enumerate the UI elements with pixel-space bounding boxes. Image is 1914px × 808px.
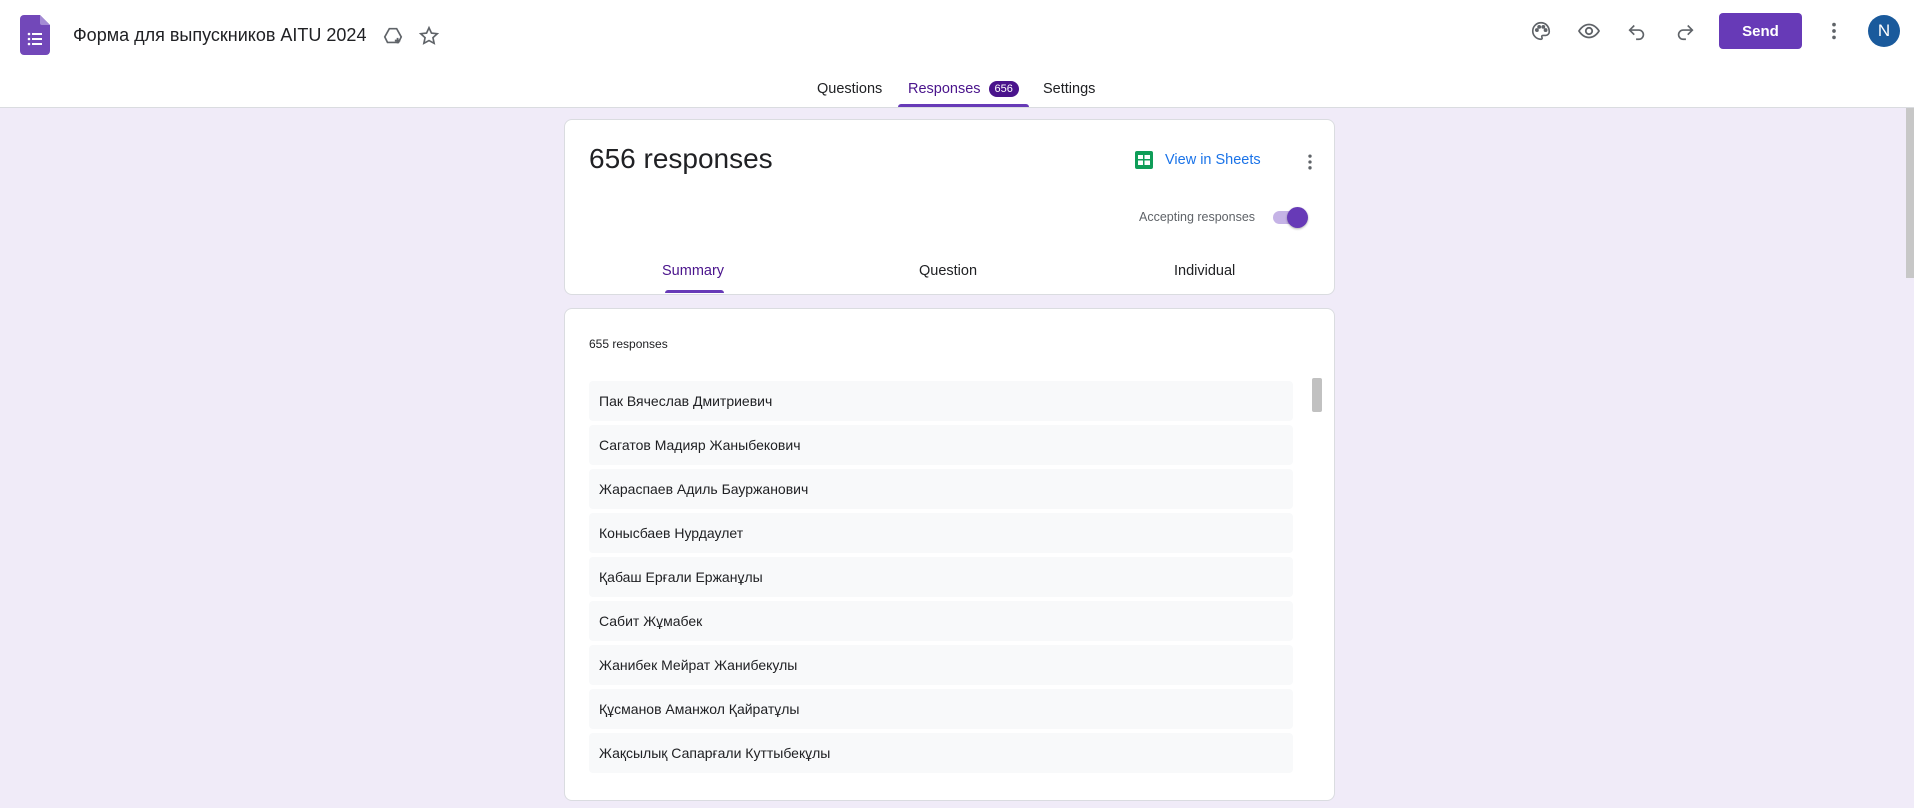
forms-logo-icon[interactable]: [20, 15, 50, 55]
tab-questions[interactable]: Questions: [817, 81, 882, 97]
tab-responses-label: Responses: [908, 81, 981, 97]
responses-more-icon[interactable]: [1296, 148, 1324, 176]
star-icon[interactable]: [417, 24, 441, 48]
view-in-sheets-label: View in Sheets: [1165, 152, 1261, 168]
list-item: Жақсылық Сапарғали Куттыбекұлы: [589, 733, 1293, 773]
accepting-responses-label: Accepting responses: [1139, 210, 1256, 224]
more-options-icon[interactable]: [1820, 17, 1848, 45]
view-in-sheets-link[interactable]: View in Sheets: [1135, 151, 1261, 169]
list-item: Пак Вячеслав Дмитриевич: [589, 381, 1293, 421]
move-to-folder-icon[interactable]: [381, 24, 405, 48]
toggle-knob: [1287, 207, 1308, 228]
responses-summary-card: 656 responses View in Sheets Accepting r…: [564, 119, 1335, 295]
tab-settings[interactable]: Settings: [1043, 81, 1095, 97]
question-responses-card: 655 responses Пак Вячеслав Дмитриевич Са…: [564, 308, 1335, 801]
list-scrollbar-track[interactable]: [1310, 377, 1320, 767]
send-button[interactable]: Send: [1719, 13, 1802, 49]
active-subtab-indicator: [665, 290, 724, 293]
list-item: Құсманов Аманжол Қайратұлы: [589, 689, 1293, 729]
list-scrollbar-thumb[interactable]: [1312, 378, 1322, 412]
sheets-icon: [1135, 151, 1153, 169]
form-title[interactable]: Форма для выпускников AITU 2024: [73, 25, 366, 46]
palette-icon[interactable]: [1527, 17, 1555, 45]
subtab-summary[interactable]: Summary: [662, 263, 724, 279]
redo-icon[interactable]: [1671, 17, 1699, 45]
list-item: Сагатов Мадияр Жаныбекович: [589, 425, 1293, 465]
response-list[interactable]: Пак Вячеслав Дмитриевич Сагатов Мадияр Ж…: [589, 381, 1293, 777]
app-header: Форма для выпускников AITU 2024 Send N Q…: [0, 0, 1914, 108]
undo-icon[interactable]: [1623, 17, 1651, 45]
list-item: Конысбаев Нурдаулет: [589, 513, 1293, 553]
subtab-question[interactable]: Question: [919, 263, 977, 279]
responses-count-badge: 656: [988, 81, 1019, 97]
question-response-count: 655 responses: [589, 337, 668, 351]
responses-heading: 656 responses: [589, 143, 773, 174]
tab-responses[interactable]: Responses 656: [908, 81, 1019, 97]
preview-eye-icon[interactable]: [1575, 17, 1603, 45]
accepting-responses-toggle[interactable]: [1271, 207, 1308, 228]
page-scrollbar-thumb[interactable]: [1906, 108, 1914, 278]
list-item: Жараспаев Адиль Бауржанович: [589, 469, 1293, 509]
active-tab-indicator: [898, 104, 1029, 107]
list-item: Қабаш Ерғали Ержанұлы: [589, 557, 1293, 597]
form-tabs: Questions Responses 656 Settings: [0, 78, 1914, 108]
subtab-individual[interactable]: Individual: [1174, 263, 1235, 279]
list-item: Сабит Жұмабек: [589, 601, 1293, 641]
list-item: Жанибек Мейрат Жанибекулы: [589, 645, 1293, 685]
account-avatar[interactable]: N: [1868, 15, 1900, 47]
